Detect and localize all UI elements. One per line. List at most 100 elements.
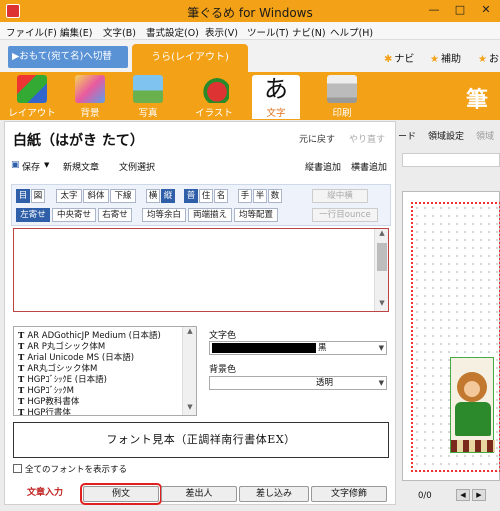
next-page-icon[interactable]: ▶ xyxy=(472,489,486,501)
monkey-illustration[interactable] xyxy=(450,357,495,453)
menu-text[interactable]: 文字(B) xyxy=(103,25,136,39)
text-edit-panel: 白紙（はがき たて） 元に戻す やり直す ▣ 保存 ▼ 新規文章 文例選択 縦書… xyxy=(4,121,396,505)
monkey-face xyxy=(457,372,487,402)
menu-file[interactable]: ファイル(F) xyxy=(6,25,57,39)
save-button[interactable]: 保存 xyxy=(22,160,40,173)
new-text-button[interactable]: 新規文章 xyxy=(63,160,99,173)
menu-navi[interactable]: ナビ(N) xyxy=(292,25,326,39)
scroll-down-icon[interactable]: ▼ xyxy=(375,299,389,311)
tool-print[interactable]: 印刷 xyxy=(318,75,366,119)
align-right-button[interactable]: 右寄せ xyxy=(98,208,132,222)
justify-button[interactable]: 両端揃え xyxy=(188,208,232,222)
scroll-down-icon[interactable]: ▼ xyxy=(183,403,196,415)
tool-text[interactable]: あ 文字 xyxy=(252,75,300,119)
tate-chu-yoko-button[interactable]: 縦中横 xyxy=(312,189,368,203)
switch-to-front-button[interactable]: ▶おもて(宛て名)へ切替 xyxy=(8,46,128,68)
truetype-icon: T xyxy=(18,408,25,416)
tool-background[interactable]: 背景 xyxy=(66,75,114,119)
scroll-up-icon[interactable]: ▲ xyxy=(375,229,389,241)
panel-title: 白紙（はがき たて） xyxy=(13,133,144,149)
bold-button[interactable]: 太字 xyxy=(56,189,82,203)
add-vertical-button[interactable]: 縦書追加 xyxy=(305,160,341,173)
assist-star-icon: ★ xyxy=(430,54,439,65)
redo-button[interactable]: やり直す xyxy=(349,132,385,145)
extra-star-icon: ★ xyxy=(478,54,487,65)
name-style-button[interactable]: 名 xyxy=(214,189,228,203)
underline-button[interactable]: 下線 xyxy=(110,189,136,203)
tab-layout[interactable]: うら(レイアウト) xyxy=(132,44,248,72)
undo-button[interactable]: 元に戻す xyxy=(299,132,335,145)
text-input-area[interactable]: ▲ ▼ xyxy=(13,228,389,312)
align-left-button[interactable]: 左寄せ xyxy=(16,208,50,222)
normal-style-button[interactable]: 普 xyxy=(184,189,198,203)
show-all-fonts-checkbox[interactable]: 全てのフォントを表示する xyxy=(13,463,127,475)
number-button[interactable]: 数 xyxy=(268,189,282,203)
extra-button[interactable]: ★ お xyxy=(478,50,499,65)
address-style-button[interactable]: 住 xyxy=(199,189,213,203)
add-horizontal-button[interactable]: 横書追加 xyxy=(351,160,387,173)
color-swatch xyxy=(212,343,316,353)
canvas-area: ード 領域設定 領域 0/0 ◀ ▶ xyxy=(396,121,500,511)
tab-sender[interactable]: 差出人 xyxy=(161,486,237,502)
tool-illustration[interactable]: イラスト xyxy=(190,75,238,119)
menu-format[interactable]: 書式設定(O) xyxy=(146,25,199,39)
align-center-button[interactable]: 中央寄せ xyxy=(52,208,96,222)
menu-tools[interactable]: ツール(T) xyxy=(247,25,289,39)
page-navigator: 0/0 ◀ ▶ xyxy=(396,487,500,505)
checker-mat xyxy=(451,440,495,452)
font-list-scrollbar[interactable]: ▲ ▼ xyxy=(182,327,196,415)
font-preview: フォント見本（正調祥南行書体EX） xyxy=(13,422,389,458)
prev-page-icon[interactable]: ◀ xyxy=(456,489,470,501)
page-count: 0/0 xyxy=(418,491,432,501)
tab-example-text[interactable]: 例文 xyxy=(80,483,162,505)
first-line-indent-button[interactable]: 一行目ounce xyxy=(312,208,378,222)
text-scrollbar[interactable]: ▲ ▼ xyxy=(374,229,388,311)
format-toolbar: 目 図 太字 斜体 下線 横 縦 普 住 名 手 半 数 縦中横 左寄せ 中央寄… xyxy=(11,184,391,226)
list-item[interactable]: T HGP行書体 xyxy=(18,406,71,416)
horizontal-writing-button[interactable]: 横 xyxy=(146,189,160,203)
mode-link[interactable]: ード xyxy=(398,129,416,142)
menu-edit[interactable]: 編集(E) xyxy=(60,25,92,39)
monkey-body xyxy=(455,402,491,436)
figure-toggle[interactable]: 図 xyxy=(31,189,45,203)
tab-text-decoration[interactable]: 文字修飾 xyxy=(311,486,387,502)
handwriting-button[interactable]: 手 xyxy=(238,189,252,203)
ruler xyxy=(402,153,500,167)
select-text-button[interactable]: 文例選択 xyxy=(119,160,155,173)
menu-view[interactable]: 表示(V) xyxy=(205,25,238,39)
bg-color-label: 背景色 xyxy=(209,365,237,375)
maximize-button[interactable]: □ xyxy=(450,3,470,18)
tab-text-input[interactable]: 文章入力 xyxy=(11,486,79,502)
chevron-down-icon: ▼ xyxy=(378,379,384,387)
save-dropdown-icon[interactable]: ▼ xyxy=(44,161,49,169)
vertical-writing-button[interactable]: 縦 xyxy=(161,189,175,203)
grid-toggle[interactable]: 目 xyxy=(16,189,30,203)
checkbox-icon xyxy=(13,464,22,473)
scroll-up-icon[interactable]: ▲ xyxy=(183,327,196,339)
halfwidth-button[interactable]: 半 xyxy=(253,189,267,203)
printer-icon xyxy=(327,75,357,103)
navi-star-icon: ✱ xyxy=(384,54,393,65)
area-link[interactable]: 領域 xyxy=(476,129,494,142)
minimize-button[interactable]: — xyxy=(424,3,444,18)
area-setting-link[interactable]: 領域設定 xyxy=(428,129,464,142)
chevron-down-icon: ▼ xyxy=(378,344,384,352)
text-color-label: 文字色 xyxy=(209,331,237,341)
tab-merge[interactable]: 差し込み xyxy=(239,486,309,502)
menu-help[interactable]: ヘルプ(H) xyxy=(330,25,373,39)
bg-color-select[interactable]: 透明 ▼ xyxy=(209,376,387,390)
italic-button[interactable]: 斜体 xyxy=(83,189,109,203)
text-brush-icon: あ xyxy=(264,75,288,103)
close-button[interactable]: ✕ xyxy=(476,3,496,18)
navi-button[interactable]: ✱ ナビ xyxy=(384,50,414,65)
tool-photo[interactable]: 写真 xyxy=(124,75,172,119)
scroll-thumb[interactable] xyxy=(377,243,387,271)
bottom-tabs: 文章入力 例文 差出人 差し込み 文字修飾 xyxy=(5,482,395,505)
illustration-icon xyxy=(199,75,229,103)
distribute-button[interactable]: 均等配置 xyxy=(234,208,278,222)
font-list[interactable]: T AR ADGothicJP Medium (日本語) T AR P丸ゴシック体M… xyxy=(13,326,197,416)
text-color-select[interactable]: 黒 ▼ xyxy=(209,341,387,355)
equal-margin-button[interactable]: 均等余白 xyxy=(142,208,186,222)
tool-layout[interactable]: レイアウト xyxy=(8,75,56,119)
assist-button[interactable]: ★ 補助 xyxy=(430,50,461,65)
